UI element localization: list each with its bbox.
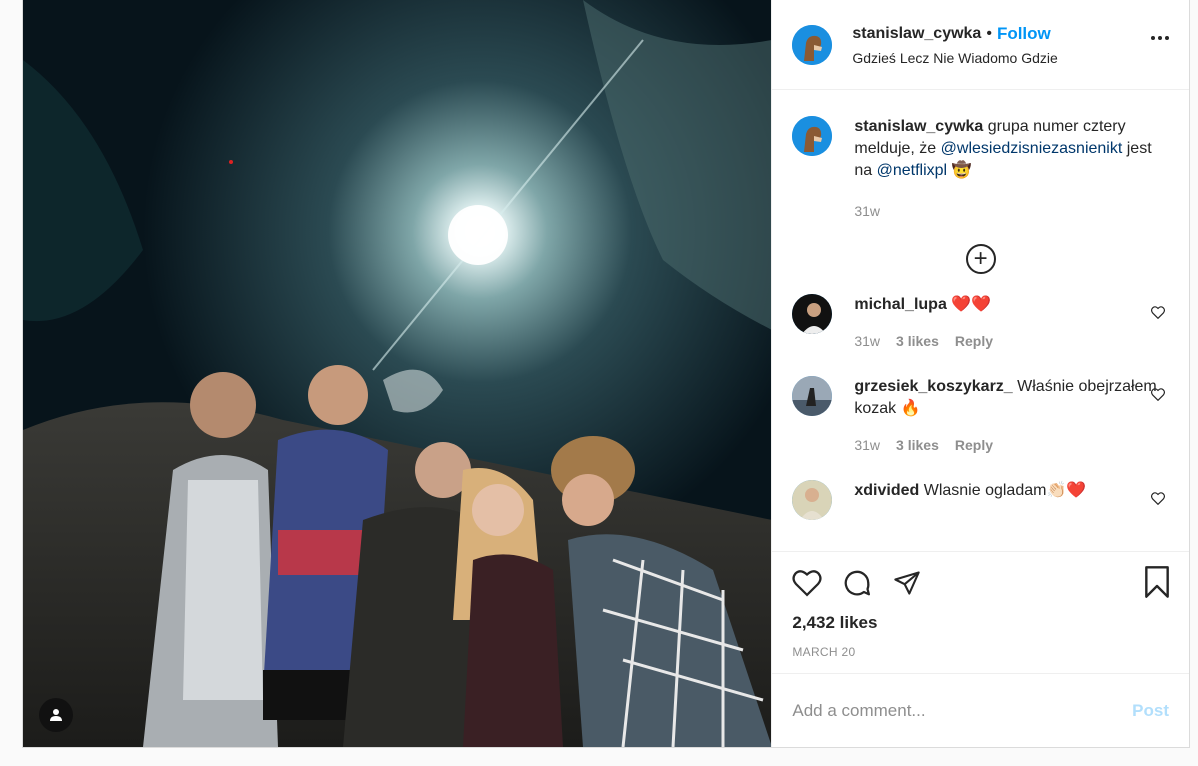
comment-username[interactable]: michal_lupa xyxy=(854,296,946,313)
reply-button[interactable]: Reply xyxy=(955,434,993,456)
comment-item: michal_lupa ❤️❤️ 31w 3 likes Reply xyxy=(792,294,1169,352)
like-heart-icon[interactable] xyxy=(792,569,822,597)
mention-link[interactable]: @netflixpl xyxy=(877,162,948,179)
post-date[interactable]: MARCH 20 xyxy=(772,633,1189,659)
caption-username[interactable]: stanislaw_cywka xyxy=(854,118,983,135)
cowboy-emoji: 🤠 xyxy=(951,162,972,179)
comment-bubble-icon[interactable] xyxy=(842,568,872,598)
post-comment-button[interactable]: Post xyxy=(1132,701,1169,721)
tag-people-button[interactable] xyxy=(39,698,73,732)
horse-avatar-icon xyxy=(792,116,833,156)
comment-text: Wlasnie ogladam👏🏻❤️ xyxy=(923,482,1087,499)
night-photo-illustration xyxy=(23,0,772,747)
author-avatar[interactable] xyxy=(792,24,833,65)
post-sidebar: stanislaw_cywka • Follow Gdzieś Lecz Nie… xyxy=(771,0,1189,747)
bookmark-icon[interactable] xyxy=(1143,566,1171,598)
mention-link[interactable]: @wlesiedzisniezasnienikt xyxy=(941,140,1123,157)
likes-count[interactable]: 2,432 likes xyxy=(772,613,1189,633)
like-comment-heart-icon[interactable] xyxy=(1151,306,1165,319)
comment-input[interactable] xyxy=(792,700,1093,721)
reply-button[interactable]: Reply xyxy=(955,330,993,352)
separator: • xyxy=(986,24,992,42)
comment-time[interactable]: 31w xyxy=(854,330,880,352)
comment-likes[interactable]: 3 likes xyxy=(896,330,939,352)
profile-photo-icon xyxy=(792,376,833,416)
caption: stanislaw_cywka grupa numer cztery meldu… xyxy=(792,90,1169,222)
like-comment-heart-icon[interactable] xyxy=(1151,388,1165,401)
commenter-avatar[interactable] xyxy=(792,376,833,416)
like-comment-heart-icon[interactable] xyxy=(1151,492,1165,505)
author-username[interactable]: stanislaw_cywka xyxy=(852,25,981,43)
more-dot-icon xyxy=(1151,36,1155,40)
comment-item: grzesiek_koszykarz_ Właśnie obejrzałem k… xyxy=(792,376,1169,456)
post-header: stanislaw_cywka • Follow Gdzieś Lecz Nie… xyxy=(772,0,1189,90)
post-card: stanislaw_cywka • Follow Gdzieś Lecz Nie… xyxy=(22,0,1190,748)
caption-avatar[interactable] xyxy=(792,116,833,156)
commenter-avatar[interactable] xyxy=(792,480,833,520)
profile-photo-icon xyxy=(792,480,833,520)
post-photo[interactable] xyxy=(23,0,772,747)
add-comment-bar: Post xyxy=(772,673,1189,747)
share-paper-plane-icon[interactable] xyxy=(892,569,922,597)
load-more-comments[interactable]: + xyxy=(792,244,1169,274)
action-bar xyxy=(772,551,1189,613)
comment-likes[interactable]: 3 likes xyxy=(896,434,939,456)
caption-time[interactable]: 31w xyxy=(854,200,880,222)
post-location[interactable]: Gdzieś Lecz Nie Wiadomo Gdzie xyxy=(852,50,1057,66)
comment-username[interactable]: grzesiek_koszykarz_ xyxy=(854,378,1012,395)
more-options-button[interactable] xyxy=(1151,36,1169,40)
commenter-avatar[interactable] xyxy=(792,294,833,334)
user-icon xyxy=(50,709,62,721)
follow-button[interactable]: Follow xyxy=(997,24,1051,44)
comment-text: ❤️❤️ xyxy=(951,296,992,313)
more-dot-icon xyxy=(1165,36,1169,40)
profile-photo-icon xyxy=(792,294,833,334)
plus-circle-icon: + xyxy=(965,244,996,274)
comments-section[interactable]: stanislaw_cywka grupa numer cztery meldu… xyxy=(772,90,1189,551)
comment-item: xdivided Wlasnie ogladam👏🏻❤️ xyxy=(792,480,1169,520)
more-dot-icon xyxy=(1158,36,1162,40)
comment-username[interactable]: xdivided xyxy=(854,482,919,499)
horse-avatar-icon xyxy=(792,24,833,65)
comment-time[interactable]: 31w xyxy=(854,434,880,456)
